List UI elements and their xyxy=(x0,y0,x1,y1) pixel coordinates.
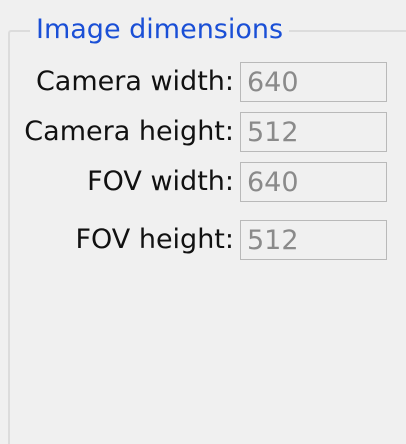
fov-height-label: FOV height: xyxy=(75,224,234,255)
camera-width-field[interactable] xyxy=(240,62,387,102)
image-dimensions-title: Image dimensions xyxy=(30,12,290,48)
camera-height-field[interactable] xyxy=(240,112,387,152)
fov-width-label: FOV width: xyxy=(87,166,234,197)
camera-width-label: Camera width: xyxy=(35,66,234,97)
camera-height-label: Camera height: xyxy=(24,116,234,147)
fov-width-field[interactable] xyxy=(240,162,387,202)
fov-height-field[interactable] xyxy=(240,220,387,260)
